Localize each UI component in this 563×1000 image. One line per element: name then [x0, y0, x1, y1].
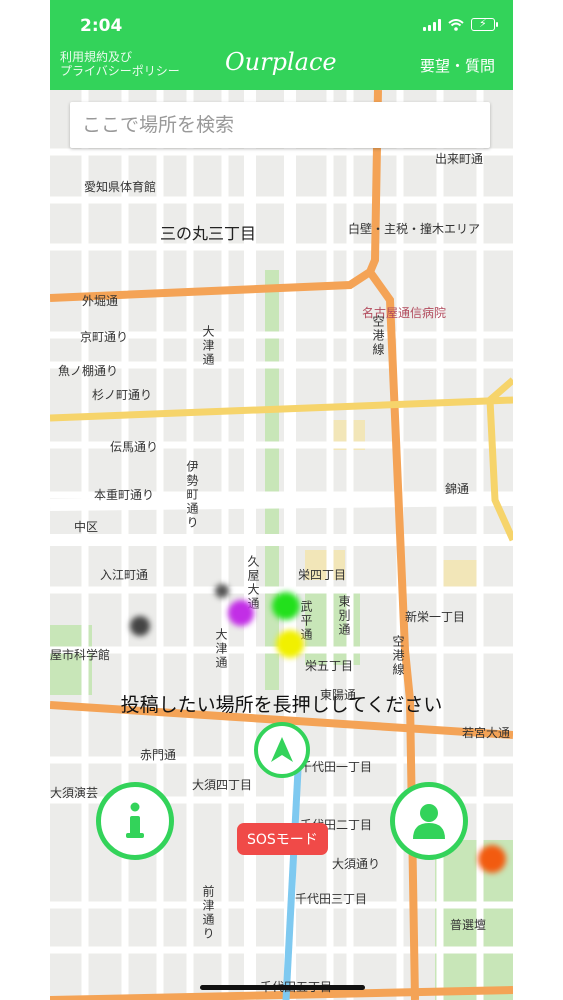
- status-icons: ⚡: [423, 17, 498, 31]
- info-button[interactable]: [96, 782, 174, 860]
- post-marker-gray[interactable]: [130, 616, 150, 636]
- app-logo: Ourplace: [225, 48, 337, 76]
- map-label: 空港線: [391, 635, 405, 677]
- post-marker-orange[interactable]: [478, 845, 506, 873]
- map-label: 出来町通: [435, 152, 484, 166]
- map-view[interactable]: 愛知県体育館 三の丸三丁目 出来町通 白壁・主税・撞木エリア 外堀通 名古屋通信…: [50, 90, 513, 1000]
- map-label: 本重町通り: [94, 488, 155, 502]
- wifi-icon: [448, 18, 464, 31]
- post-marker-green[interactable]: [272, 592, 300, 620]
- map-label: 外堀通: [82, 294, 119, 308]
- map-label: 屋市科学館: [50, 648, 111, 662]
- map-label: 千代田三丁目: [295, 892, 368, 906]
- map-label: 愛知県体育館: [84, 180, 157, 194]
- map-label: 東別通: [337, 595, 351, 637]
- status-time: 2:04: [80, 16, 123, 36]
- map-label: 普選壇: [450, 918, 487, 932]
- map-label: 栄五丁目: [305, 659, 354, 673]
- map-label: 魚ノ棚通り: [58, 364, 119, 378]
- app-header: 2:04 ⚡ 利用規約及び プライバシーポリシー Ourplace 要望・質問: [50, 0, 513, 90]
- request-question-link[interactable]: 要望・質問: [420, 55, 495, 76]
- map-label: 京町通り: [80, 330, 129, 344]
- navigation-arrow-icon: [271, 737, 293, 762]
- map-label: 大須通り: [332, 857, 381, 871]
- search-input[interactable]: [70, 102, 490, 148]
- app-screen: 愛知県体育館 三の丸三丁目 出来町通 白壁・主税・撞木エリア 外堀通 名古屋通信…: [50, 0, 513, 1000]
- map-label: 空港線: [371, 315, 385, 357]
- map-label: 中区: [74, 520, 99, 534]
- map-label: 栄四丁目: [298, 568, 347, 582]
- info-icon: [126, 802, 144, 838]
- post-marker-magenta[interactable]: [228, 600, 254, 626]
- cellular-signal-icon: [423, 18, 441, 31]
- post-marker-gray[interactable]: [215, 584, 229, 598]
- map-label: 赤門通: [140, 748, 177, 762]
- map-label: 大須四丁目: [192, 778, 253, 792]
- map-label: 三の丸三丁目: [160, 224, 257, 243]
- post-marker-yellow[interactable]: [276, 630, 304, 658]
- map-label: 杉ノ町通り: [92, 388, 153, 402]
- map-label: 大須演芸: [50, 786, 99, 800]
- map-label: 伊勢町通り: [185, 460, 199, 530]
- terms-privacy-link[interactable]: 利用規約及び プライバシーポリシー: [60, 50, 180, 78]
- battery-icon: ⚡: [471, 17, 498, 31]
- search-bar: [70, 102, 490, 148]
- sos-mode-button[interactable]: SOSモード: [237, 823, 328, 855]
- home-indicator: [200, 985, 365, 990]
- map-label: 大津通: [214, 628, 228, 670]
- map-label: 新栄一丁目: [405, 610, 466, 624]
- instruction-text: 投稿したい場所を長押ししてください: [120, 694, 443, 716]
- map-label: 入江町通: [100, 568, 149, 582]
- map-label: 前津通り: [201, 885, 215, 941]
- current-location-button[interactable]: [254, 722, 310, 778]
- map-label: 錦通: [445, 482, 470, 496]
- map-label: 白壁・主税・撞木エリア: [348, 222, 481, 236]
- map-label: 若宮大通: [462, 726, 511, 740]
- map-label: 千代田一丁目: [300, 760, 373, 774]
- map-label: 伝馬通り: [110, 440, 159, 454]
- map-label: 大津通: [201, 325, 215, 367]
- user-icon: [413, 804, 445, 839]
- profile-button[interactable]: [390, 782, 468, 860]
